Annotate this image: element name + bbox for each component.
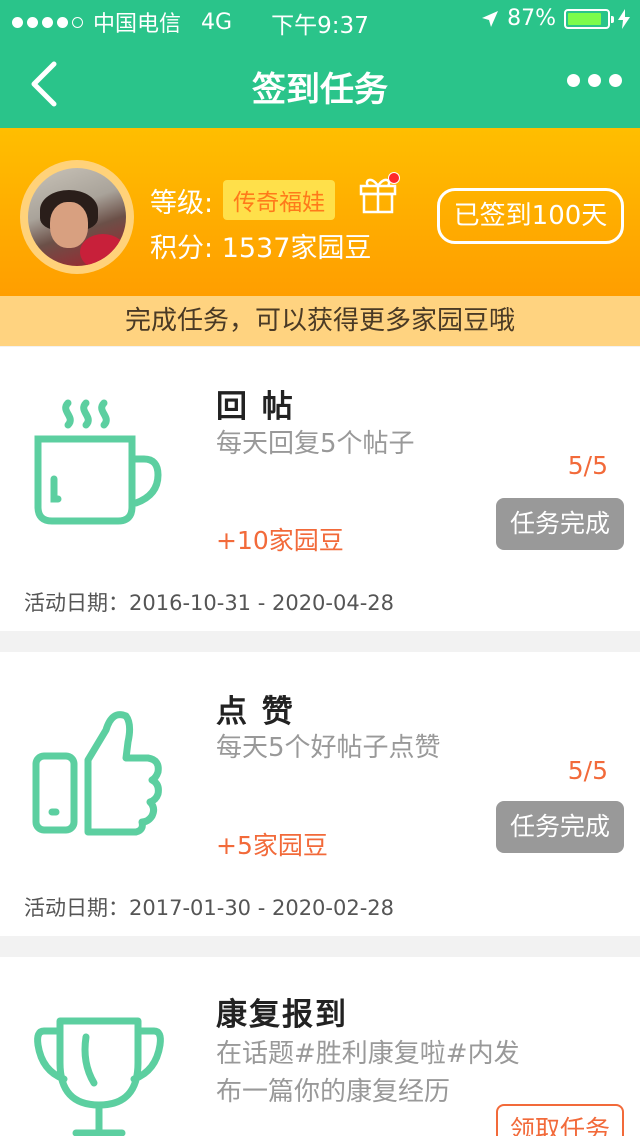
task-title: 点 赞 [216, 694, 295, 730]
task-card-like: 点 赞 每天5个好帖子点赞 5/5 +5家园豆 任务完成 活动日期：2017-0… [0, 652, 640, 936]
task-card-recovery: 康复报到 在话题#胜利康复啦#内发 布一篇你的康复经历 领取任务 [0, 957, 640, 1136]
level-badge: 传奇福娃 [223, 180, 336, 220]
task-description: 每天回复5个帖子 [216, 429, 415, 459]
battery-icon [564, 8, 614, 29]
task-progress: 5/5 [567, 756, 608, 785]
trophy-icon [34, 1017, 164, 1136]
task-date-range: 活动日期：2017-01-30 - 2020-02-28 [24, 896, 395, 920]
battery-percent: 87% [507, 6, 556, 31]
task-hint-banner: 完成任务，可以获得更多家园豆哦 [0, 296, 640, 346]
points-row: 积分: 1537家园豆 [150, 226, 371, 265]
level-label: 等级: [150, 187, 214, 219]
task-description: 每天5个好帖子点赞 [216, 733, 441, 763]
level-row: 等级: 传奇福娃 [150, 180, 336, 220]
status-bar: 中国电信 4G 下午9:37 87% [0, 0, 640, 40]
claim-task-button[interactable]: 领取任务 [496, 1104, 624, 1136]
location-arrow-icon [482, 10, 499, 27]
task-title: 回 帖 [216, 389, 295, 425]
task-title: 康复报到 [216, 997, 348, 1033]
thumbs-up-icon [32, 711, 162, 836]
coffee-cup-icon [34, 399, 162, 525]
task-description-line: 在话题#胜利康复啦#内发 [216, 1039, 520, 1069]
page-title: 签到任务 [252, 70, 388, 110]
notification-dot [388, 172, 400, 184]
task-progress: 5/5 [567, 451, 608, 480]
profile-header: 等级: 传奇福娃 积分: 1537家园豆 已签到100天 [0, 128, 640, 296]
task-reward: +10家园豆 [216, 526, 344, 555]
task-date-range: 活动日期：2016-10-31 - 2020-04-28 [24, 591, 395, 615]
checkin-status-button[interactable]: 已签到100天 [437, 188, 624, 244]
points-value: 1537家园豆 [221, 233, 372, 264]
gift-icon[interactable] [358, 172, 400, 216]
avatar[interactable] [20, 160, 134, 274]
task-description-line: 布一篇你的康复经历 [216, 1077, 451, 1107]
task-complete-button[interactable]: 任务完成 [496, 801, 624, 853]
avatar-photo [28, 168, 126, 266]
task-complete-button[interactable]: 任务完成 [496, 498, 624, 550]
nav-bar: 签到任务 [0, 40, 640, 128]
task-description: 在话题#胜利康复啦#内发 布一篇你的康复经历 [216, 1035, 546, 1111]
task-card-reply: 回 帖 每天回复5个帖子 5/5 +10家园豆 任务完成 活动日期：2016-1… [0, 347, 640, 631]
charging-bolt-icon [618, 8, 630, 29]
task-reward: +5家园豆 [216, 831, 328, 860]
points-label: 积分: [150, 233, 214, 264]
more-options-icon[interactable] [567, 74, 622, 87]
